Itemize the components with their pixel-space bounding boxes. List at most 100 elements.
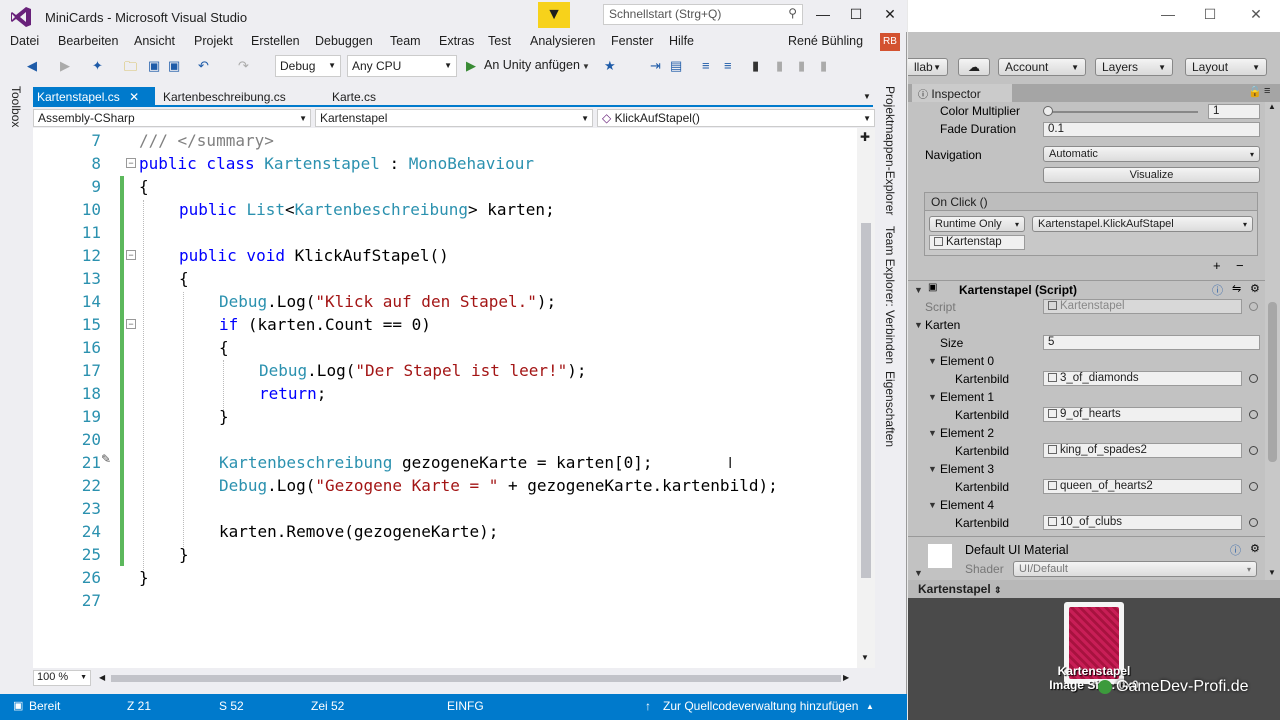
- source-control-button[interactable]: Zur Quellcodeverwaltung hinzufügen: [663, 699, 858, 713]
- material-name[interactable]: Default UI Material: [965, 543, 1069, 557]
- quick-launch-input[interactable]: Schnellstart (Strg+Q) ⚲: [603, 4, 803, 25]
- tab-inspector[interactable]: ⓘ Inspector: [912, 84, 1012, 102]
- type-dropdown[interactable]: Kartenstapel ▼: [315, 109, 593, 127]
- user-name[interactable]: René Bühling: [788, 34, 863, 48]
- attach-unity-button[interactable]: An Unity anfügen: [484, 58, 580, 72]
- find-in-files-icon[interactable]: ★: [604, 58, 616, 74]
- scroll-down-icon[interactable]: ▼: [1268, 568, 1276, 577]
- lock-icon[interactable]: 🔒: [1248, 85, 1262, 98]
- split-icon[interactable]: ✚: [860, 130, 870, 144]
- zoom-select[interactable]: 100 % ▼: [33, 670, 91, 686]
- expand-icon[interactable]: ▼: [928, 356, 937, 366]
- collapse-icon[interactable]: −: [126, 319, 136, 329]
- layers-button[interactable]: Layers ▼: [1095, 58, 1173, 76]
- scroll-right-icon[interactable]: ▶: [843, 673, 849, 682]
- gear-icon[interactable]: ⚙: [1250, 542, 1260, 555]
- scroll-thumb[interactable]: [1268, 302, 1277, 462]
- help-icon[interactable]: ⓘ: [1230, 542, 1241, 558]
- function-dropdown[interactable]: Kartenstapel.KlickAufStapel ▾: [1032, 216, 1253, 232]
- expand-icon[interactable]: ▼: [914, 285, 923, 295]
- add-event-icon[interactable]: +: [1213, 258, 1221, 273]
- minimize-icon[interactable]: —: [1158, 6, 1178, 22]
- slider-knob[interactable]: [1043, 106, 1053, 116]
- close-icon[interactable]: ✕: [1246, 6, 1266, 23]
- scroll-up-icon[interactable]: ▲: [1268, 102, 1276, 111]
- menu-debuggen[interactable]: Debuggen: [315, 34, 373, 48]
- open-file-icon[interactable]: 🗀: [124, 58, 137, 80]
- menu-projekt[interactable]: Projekt: [194, 34, 233, 48]
- indent-icon[interactable]: ≡: [702, 58, 710, 73]
- kartenbild-field[interactable]: 9_of_hearts: [1043, 407, 1242, 422]
- play-icon[interactable]: ▶: [466, 58, 476, 74]
- scroll-thumb[interactable]: [861, 223, 871, 578]
- maximize-icon[interactable]: ☐: [846, 6, 866, 23]
- menu-team[interactable]: Team: [390, 34, 421, 48]
- back-icon[interactable]: ◀: [27, 58, 37, 74]
- menu-analysieren[interactable]: Analysieren: [530, 34, 595, 48]
- runtime-dropdown[interactable]: Runtime Only ▾: [929, 216, 1025, 232]
- team-explorer-tab[interactable]: Team Explorer: Verbinden: [883, 226, 897, 364]
- navigation-dropdown[interactable]: Automatic ▾: [1043, 146, 1260, 162]
- layout-button[interactable]: Layout ▼: [1185, 58, 1267, 76]
- expand-icon[interactable]: ▼: [928, 500, 937, 510]
- fade-duration-field[interactable]: 0.1: [1043, 122, 1260, 137]
- remove-event-icon[interactable]: −: [1236, 258, 1244, 273]
- step-icon[interactable]: ⇥: [650, 58, 661, 74]
- kartenbild-field[interactable]: king_of_spades2: [1043, 443, 1242, 458]
- tab-overflow-icon[interactable]: ▼: [863, 92, 871, 101]
- solution-explorer-tab[interactable]: Projektmappen-Explorer: [883, 86, 897, 215]
- element-label[interactable]: Element 1: [940, 390, 994, 404]
- element-label[interactable]: Element 0: [940, 354, 994, 368]
- object-picker-icon[interactable]: [1249, 482, 1258, 491]
- solution-config-select[interactable]: Debug ▼: [275, 55, 341, 77]
- member-dropdown[interactable]: ◇ KlickAufStapel() ▼: [597, 109, 875, 127]
- cloud-button[interactable]: ☁: [958, 58, 990, 76]
- expand-icon[interactable]: ▼: [928, 464, 937, 474]
- kartenbild-field[interactable]: 3_of_diamonds: [1043, 371, 1242, 386]
- help-icon[interactable]: ⓘ: [1212, 282, 1223, 298]
- close-icon[interactable]: ✕: [880, 6, 900, 23]
- maximize-icon[interactable]: ☐: [1200, 6, 1220, 23]
- menu-icon[interactable]: ≡: [1264, 85, 1270, 97]
- visualize-button[interactable]: Visualize: [1043, 167, 1260, 183]
- project-dropdown[interactable]: Assembly-CSharp ▼: [33, 109, 311, 127]
- outdent-icon[interactable]: ≡: [724, 58, 732, 73]
- chevron-down-icon[interactable]: ▼: [582, 62, 590, 71]
- karten-label[interactable]: Karten: [925, 318, 960, 332]
- shader-dropdown[interactable]: UI/Default ▾: [1013, 561, 1257, 577]
- next-bookmark-icon[interactable]: ▮: [798, 58, 805, 74]
- inspector-scrollbar[interactable]: ▲ ▼: [1265, 102, 1280, 580]
- minimize-icon[interactable]: —: [813, 6, 833, 22]
- menu-fenster[interactable]: Fenster: [611, 34, 653, 48]
- element-label[interactable]: Element 3: [940, 462, 994, 476]
- save-icon[interactable]: ▣: [148, 58, 160, 74]
- feedback-filter-icon[interactable]: ▼: [538, 2, 570, 28]
- kartenbild-field[interactable]: queen_of_hearts2: [1043, 479, 1242, 494]
- color-multiplier-field[interactable]: 1: [1208, 104, 1260, 119]
- new-project-icon[interactable]: ✦: [92, 58, 103, 74]
- tab-kartenbeschreibung[interactable]: Kartenbeschreibung.cs: [159, 87, 309, 107]
- kartenbild-field[interactable]: 10_of_clubs: [1043, 515, 1242, 530]
- object-picker-icon[interactable]: [1249, 374, 1258, 383]
- menu-test[interactable]: Test: [488, 34, 511, 48]
- menu-erstellen[interactable]: Erstellen: [251, 34, 300, 48]
- gear-icon[interactable]: ⚙: [1250, 282, 1260, 295]
- expand-icon[interactable]: ▼: [914, 320, 923, 330]
- undo-icon[interactable]: ↶: [198, 58, 209, 74]
- expand-icon[interactable]: ▼: [928, 428, 937, 438]
- forward-icon[interactable]: ▶: [60, 58, 70, 74]
- collapse-icon[interactable]: −: [126, 158, 136, 168]
- prev-bookmark-icon[interactable]: ▮: [776, 58, 783, 74]
- collab-button[interactable]: llab ▼: [908, 58, 948, 76]
- toolbox-tab[interactable]: Toolbox: [9, 86, 23, 127]
- element-label[interactable]: Element 2: [940, 426, 994, 440]
- save-all-icon[interactable]: ▣: [168, 58, 180, 74]
- element-label[interactable]: Element 4: [940, 498, 994, 512]
- account-button[interactable]: Account ▼: [998, 58, 1086, 76]
- collapse-icon[interactable]: −: [126, 250, 136, 260]
- layout-icon[interactable]: ▤: [670, 58, 682, 74]
- menu-datei[interactable]: Datei: [10, 34, 39, 48]
- platform-select[interactable]: Any CPU ▼: [347, 55, 457, 77]
- preview-header[interactable]: Kartenstapel ⇕: [908, 580, 1280, 598]
- script-component-title[interactable]: Kartenstapel (Script): [959, 283, 1077, 297]
